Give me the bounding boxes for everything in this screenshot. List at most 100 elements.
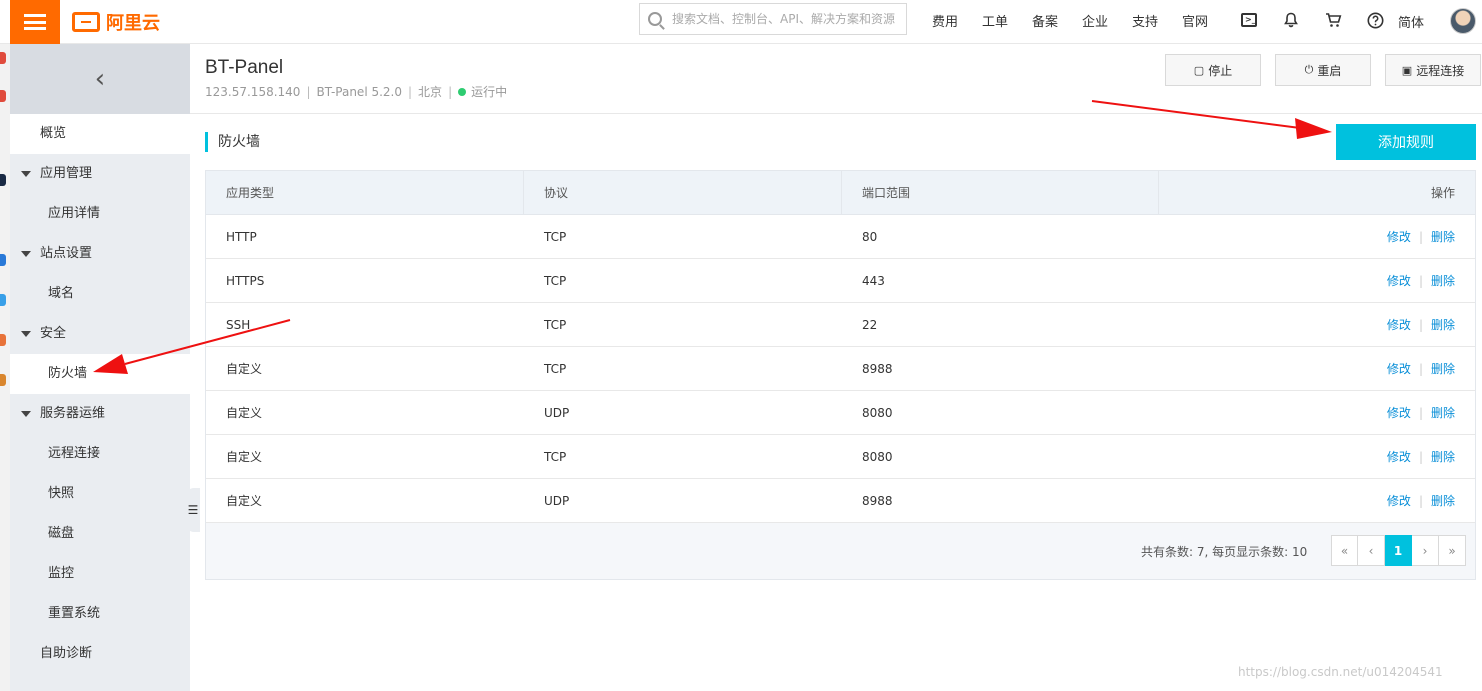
nav-official-site[interactable]: 官网: [1170, 11, 1220, 30]
instance-actions: ▢ 停止 ⏻ 重启 ▣ 远程连接: [1165, 54, 1481, 86]
sidebar-group-app-management[interactable]: 应用管理: [10, 154, 190, 194]
cell-port-range: 8988: [862, 362, 893, 376]
top-nav: 费用 工单 备案 企业 支持 官网: [920, 0, 1220, 40]
help-button[interactable]: [1354, 0, 1396, 40]
edit-link[interactable]: 修改: [1387, 318, 1411, 332]
cell-app-type: 自定义: [226, 494, 263, 508]
sidebar-item-label: 重置系统: [48, 606, 101, 621]
sidebar-item-self-diagnosis[interactable]: 自助诊断: [10, 634, 190, 674]
cell-app-type: HTTP: [226, 230, 257, 244]
separator: |: [306, 84, 311, 99]
nav-tickets[interactable]: 工单: [970, 11, 1020, 30]
dock-app-icon[interactable]: [0, 52, 6, 64]
menu-button[interactable]: [10, 0, 60, 44]
table-row: SSH TCP 22 修改 | 删除: [206, 303, 1475, 347]
delete-link[interactable]: 删除: [1431, 494, 1455, 508]
caret-down-icon: [21, 411, 31, 417]
delete-link[interactable]: 删除: [1431, 274, 1455, 288]
delete-link[interactable]: 删除: [1431, 230, 1455, 244]
caret-down-icon: [21, 251, 31, 257]
separator: |: [1418, 406, 1423, 420]
edit-link[interactable]: 修改: [1387, 362, 1411, 376]
table-header: 应用类型 协议 端口范围 操作: [206, 171, 1475, 215]
nav-support[interactable]: 支持: [1120, 11, 1170, 30]
sidebar-item-label: 快照: [48, 486, 75, 501]
remote-connect-button[interactable]: ▣ 远程连接: [1385, 54, 1481, 86]
nav-icp[interactable]: 备案: [1020, 11, 1070, 30]
power-icon: ⏻: [1304, 63, 1314, 76]
sidebar-group-server-ops[interactable]: 服务器运维: [10, 394, 190, 434]
cell-app-type: SSH: [226, 318, 251, 332]
dock-app-icon[interactable]: [0, 254, 6, 266]
delete-link[interactable]: 删除: [1431, 362, 1455, 376]
edit-link[interactable]: 修改: [1387, 406, 1411, 420]
cell-actions: 修改 | 删除: [1159, 479, 1475, 523]
top-bar: 阿里云 费用 工单 备案 企业 支持 官网 >_ 简体: [0, 0, 1482, 44]
page-1-button[interactable]: 1: [1385, 535, 1412, 566]
terminal-button[interactable]: >_: [1228, 0, 1270, 40]
column-header-app-type: 应用类型: [206, 171, 524, 215]
delete-link[interactable]: 删除: [1431, 406, 1455, 420]
add-rule-button[interactable]: 添加规则: [1336, 124, 1476, 160]
sidebar-item-snapshot[interactable]: 快照: [10, 474, 190, 514]
sidebar-item-reset-system[interactable]: 重置系统: [10, 594, 190, 634]
sidebar-item-monitor[interactable]: 监控: [10, 554, 190, 594]
help-icon: [1367, 12, 1383, 28]
dock-app-icon[interactable]: [0, 90, 6, 102]
table-body: HTTP TCP 80 修改 | 删除 HTTPS TCP 443 修改 | 删除 SSH TCP 22 修改…: [206, 215, 1475, 523]
separator: |: [1418, 274, 1423, 288]
sidebar-item-domain[interactable]: 域名: [10, 274, 190, 314]
sidebar-item-label: 监控: [48, 566, 75, 581]
sidebar: ‹ 概览 应用管理 应用详情 站点设置 域名 安全 防火墙 服务器运维 远程连接…: [10, 44, 200, 691]
dock-app-icon[interactable]: [0, 334, 6, 346]
column-header-port-range: 端口范围: [842, 171, 1159, 215]
search-input[interactable]: [672, 12, 902, 26]
sidebar-group-security[interactable]: 安全: [10, 314, 190, 354]
page-prev-button[interactable]: ‹: [1358, 535, 1385, 566]
sidebar-group-site-settings[interactable]: 站点设置: [10, 234, 190, 274]
instance-region: 北京: [418, 85, 443, 99]
dock-app-icon[interactable]: [0, 374, 6, 386]
separator: |: [408, 84, 413, 99]
page-last-button[interactable]: »: [1439, 535, 1466, 566]
avatar[interactable]: [1450, 8, 1476, 34]
stop-button[interactable]: ▢ 停止: [1165, 54, 1261, 86]
restart-button[interactable]: ⏻ 重启: [1275, 54, 1371, 86]
search-box[interactable]: [639, 3, 907, 35]
cell-app-type: 自定义: [226, 450, 263, 464]
watermark: https://blog.csdn.net/u014204541: [1238, 665, 1443, 679]
nav-billing[interactable]: 费用: [920, 11, 970, 30]
monitor-icon: ▣: [1401, 63, 1413, 77]
sidebar-item-app-details[interactable]: 应用详情: [10, 194, 190, 234]
edit-link[interactable]: 修改: [1387, 494, 1411, 508]
cell-actions: 修改 | 删除: [1159, 259, 1475, 303]
sidebar-item-firewall[interactable]: 防火墙: [10, 354, 190, 394]
caret-down-icon: [21, 331, 31, 337]
delete-link[interactable]: 删除: [1431, 450, 1455, 464]
sidebar-item-overview[interactable]: 概览: [10, 114, 190, 154]
cell-port-range: 8080: [862, 450, 893, 464]
page-first-button[interactable]: «: [1331, 535, 1358, 566]
edit-link[interactable]: 修改: [1387, 450, 1411, 464]
sidebar-item-remote-connect[interactable]: 远程连接: [10, 434, 190, 474]
sidebar-item-label: 自助诊断: [40, 646, 93, 661]
page-next-button[interactable]: ›: [1412, 535, 1439, 566]
delete-link[interactable]: 删除: [1431, 318, 1455, 332]
back-button[interactable]: ‹: [10, 44, 190, 114]
nav-enterprise[interactable]: 企业: [1070, 11, 1120, 30]
notifications-button[interactable]: [1270, 0, 1312, 40]
cart-button[interactable]: [1312, 0, 1354, 40]
cell-protocol: TCP: [544, 450, 567, 464]
edit-link[interactable]: 修改: [1387, 274, 1411, 288]
dock-app-icon[interactable]: [0, 174, 6, 186]
aliyun-logo[interactable]: 阿里云: [72, 8, 160, 36]
cell-protocol: UDP: [544, 406, 570, 420]
sidebar-item-disk[interactable]: 磁盘: [10, 514, 190, 554]
hamburger-icon: [24, 14, 46, 30]
left-dock-strip: [0, 44, 10, 691]
language-switch[interactable]: 简体: [1398, 12, 1424, 31]
edit-link[interactable]: 修改: [1387, 230, 1411, 244]
dock-app-icon[interactable]: [0, 294, 6, 306]
cell-port-range: 8988: [862, 494, 893, 508]
cell-protocol: TCP: [544, 274, 567, 288]
